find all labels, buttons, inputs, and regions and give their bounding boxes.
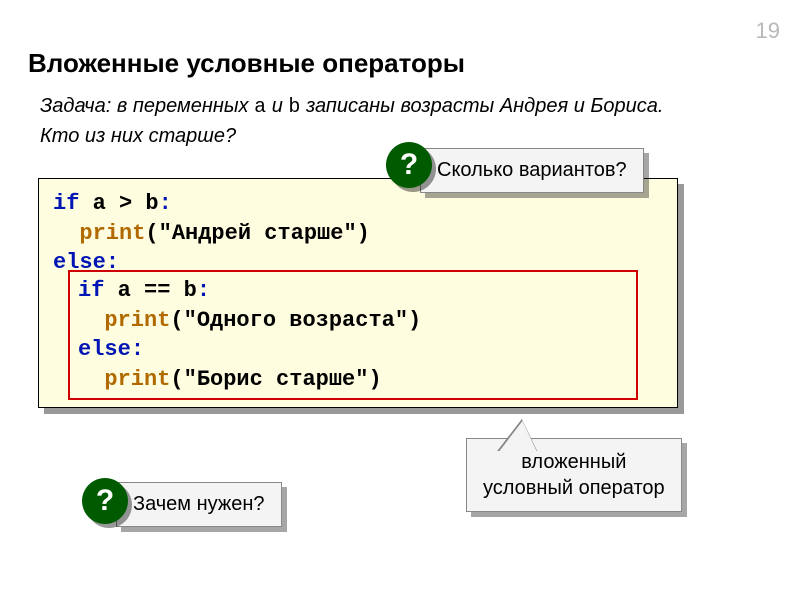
- question-mark-icon-2: ?: [82, 478, 128, 524]
- arg-2: ("Одного возраста"): [170, 308, 421, 333]
- callout-nested-line1: вложенный: [483, 449, 665, 475]
- colon-1: :: [159, 191, 172, 216]
- task-text2: и: [272, 95, 283, 117]
- callout-why: Зачем нужен?: [116, 482, 282, 527]
- task-var-b: b: [288, 96, 300, 119]
- nested-line-3: else:: [78, 335, 628, 365]
- page-number: 19: [756, 18, 780, 44]
- nested-line-4: print("Борис старше"): [78, 365, 628, 395]
- code-line-2: print("Андрей старше"): [53, 219, 663, 249]
- colon-n3: :: [131, 337, 144, 362]
- kw-else-2: else: [78, 337, 131, 362]
- code-line-1: if a > b:: [53, 189, 663, 219]
- nested-line-2: print("Одного возраста"): [78, 306, 628, 336]
- cond-1: a > b: [79, 191, 158, 216]
- kw-if-2: if: [78, 278, 104, 303]
- colon-n1: :: [197, 278, 210, 303]
- fn-print-1: print: [79, 221, 145, 246]
- question-mark-icon-1: ?: [386, 142, 432, 188]
- task-text1: : в переменных: [106, 95, 249, 117]
- fn-print-3: print: [104, 367, 170, 392]
- callout-nested-line2: условный оператор: [483, 475, 665, 501]
- code-block-nested: if a == b: print("Одного возраста") else…: [68, 270, 638, 400]
- task-description: Задача: в переменных a и b записаны возр…: [40, 92, 690, 150]
- slide-title: Вложенные условные операторы: [28, 48, 465, 79]
- nested-line-1: if a == b:: [78, 276, 628, 306]
- arg-1: ("Андрей старше"): [145, 221, 369, 246]
- callout-variants: Сколько вариантов?: [420, 148, 644, 193]
- kw-if: if: [53, 191, 79, 216]
- task-prefix: Задача: [40, 95, 106, 117]
- task-var-a: a: [254, 96, 266, 119]
- fn-print-2: print: [104, 308, 170, 333]
- arg-3: ("Борис старше"): [170, 367, 381, 392]
- cond-2: a == b: [104, 278, 196, 303]
